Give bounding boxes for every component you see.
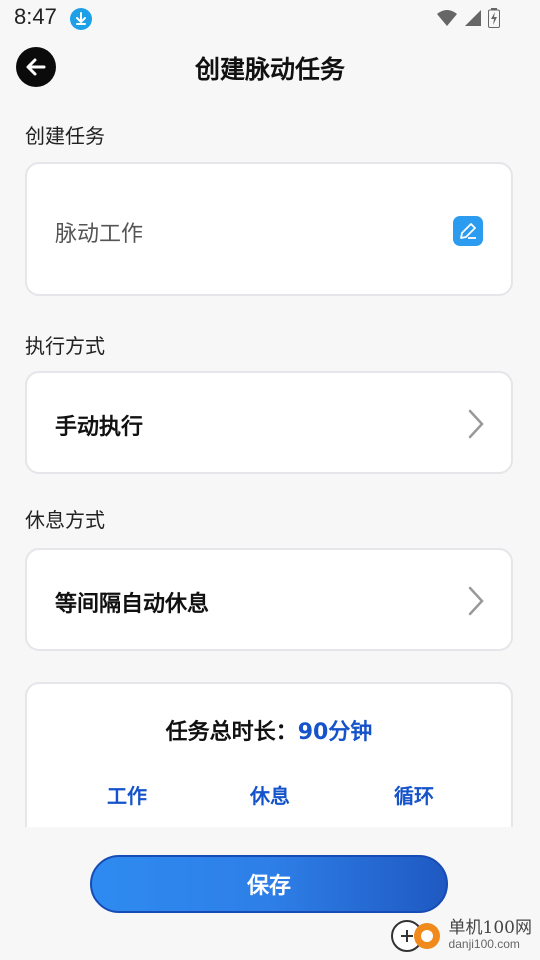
- task-name-text: 脉动工作: [55, 222, 144, 247]
- watermark-name: 单机100网: [448, 917, 532, 938]
- execution-mode-selector[interactable]: 手动执行: [25, 371, 513, 474]
- watermark-logo-icon: [389, 916, 445, 954]
- rest-section-label: 休息方式: [25, 508, 105, 532]
- task-section-label: 创建任务: [25, 124, 105, 148]
- tab-work[interactable]: 工作: [107, 780, 147, 809]
- duration-label: 任务总时长：: [165, 720, 298, 745]
- signal-icon: [464, 9, 482, 31]
- rest-mode-selector[interactable]: 等间隔自动休息: [25, 548, 513, 651]
- rest-mode-value: 等间隔自动休息: [55, 592, 210, 617]
- watermark-url: danji100.com: [448, 936, 520, 951]
- tab-cycle[interactable]: 循环: [394, 780, 434, 809]
- tab-rest[interactable]: 休息: [250, 780, 290, 809]
- battery-icon: [488, 8, 500, 32]
- edit-icon[interactable]: [453, 216, 483, 246]
- chevron-right-icon: [467, 586, 485, 620]
- execution-section-label: 执行方式: [25, 334, 105, 358]
- task-name-card[interactable]: 脉动工作: [25, 162, 513, 296]
- chevron-right-icon: [467, 409, 485, 443]
- download-icon: [70, 8, 92, 30]
- watermark: 单机100网 danji100.com: [389, 916, 532, 954]
- task-summary-card: 任务总时长：90分钟 工作 休息 循环: [25, 682, 513, 827]
- total-duration: 任务总时长：90分钟: [27, 714, 511, 746]
- save-button[interactable]: 保存: [90, 855, 448, 913]
- status-icons: [436, 8, 500, 32]
- status-bar: 8:47: [0, 0, 540, 36]
- page-title: 创建脉动任务: [194, 55, 345, 84]
- status-time: 8:47: [14, 4, 57, 29]
- execution-mode-value: 手动执行: [55, 415, 144, 440]
- wifi-icon: [436, 9, 458, 31]
- duration-value: 90分钟: [297, 720, 373, 745]
